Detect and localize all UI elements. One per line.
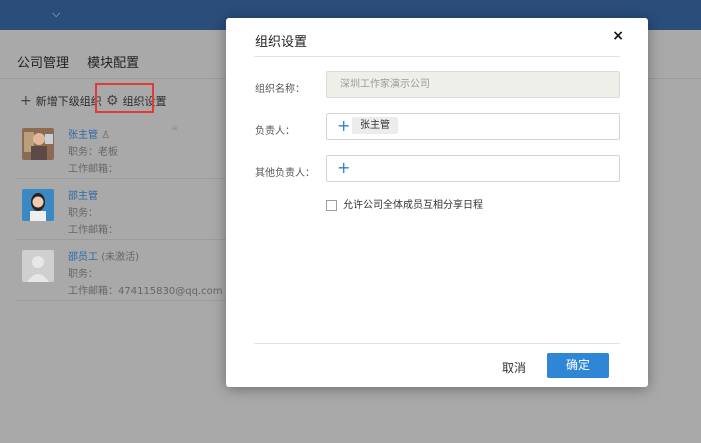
status-badge: (未激活) (101, 252, 139, 263)
list-item[interactable]: 邵主管 职务： 工作邮箱： (16, 181, 226, 240)
plus-icon[interactable]: + (337, 116, 350, 136)
email-label: 工作邮箱： (68, 286, 118, 297)
role-label: 职务： (68, 269, 98, 280)
email-value: 474115830@qq.com (118, 286, 223, 297)
chevron-down-icon[interactable]: ⌵ (52, 7, 60, 21)
email-label: 工作邮箱： (68, 225, 118, 236)
email-label: 工作邮箱： (68, 164, 118, 175)
role-label: 职务： (68, 208, 98, 219)
other-managers-label: 其他负责人： (255, 168, 315, 179)
role-value: 老板 (98, 147, 118, 158)
confirm-button[interactable]: 确定 (547, 353, 609, 378)
org-settings-dialog: 组织设置 × 组织名称： 深圳工作家演示公司 负责人： + 张主管 其他负责人：… (226, 18, 648, 387)
admin-icon: ♙ (101, 130, 111, 141)
list-item[interactable]: 张主管 ♙ 职务：老板 工作邮箱： (16, 120, 226, 179)
manager-label: 负责人： (255, 126, 295, 137)
avatar (22, 189, 54, 221)
avatar (22, 128, 54, 160)
plus-icon[interactable]: + (337, 158, 350, 178)
plus-icon: + (20, 93, 32, 109)
list-item[interactable]: 邵员工 (未激活) 职务： 工作邮箱：474115830@qq.com (16, 242, 226, 301)
tab-company-management[interactable]: 公司管理 (17, 56, 69, 71)
role-label: 职务： (68, 147, 98, 158)
member-name[interactable]: 邵主管 (68, 191, 98, 202)
dialog-title: 组织设置 (255, 35, 308, 50)
manager-field[interactable]: + 张主管 (326, 113, 620, 140)
close-icon[interactable]: × (612, 28, 624, 44)
share-schedule-option[interactable]: 允许公司全体成员互相分享日程 (326, 196, 483, 211)
nav-tabs: 公司管理 模块配置 (17, 52, 153, 71)
share-schedule-checkbox[interactable] (326, 199, 337, 211)
org-name-label: 组织名称： (255, 84, 305, 95)
other-managers-field[interactable]: + (326, 155, 620, 182)
footer-divider (254, 343, 620, 344)
manager-tag[interactable]: 张主管 (352, 117, 398, 134)
member-name[interactable]: 邵员工 (68, 252, 98, 263)
cancel-button[interactable]: 取消 (502, 359, 526, 376)
add-sub-org-button[interactable]: + 新增下级组织 (20, 93, 102, 109)
divider (254, 56, 620, 57)
tab-module-config[interactable]: 模块配置 (87, 56, 139, 71)
share-schedule-label: 允许公司全体成员互相分享日程 (343, 200, 483, 211)
avatar (22, 250, 54, 282)
member-name[interactable]: 张主管 (68, 130, 98, 141)
highlight-box (95, 83, 154, 113)
org-name-field: 深圳工作家演示公司 (326, 71, 620, 98)
